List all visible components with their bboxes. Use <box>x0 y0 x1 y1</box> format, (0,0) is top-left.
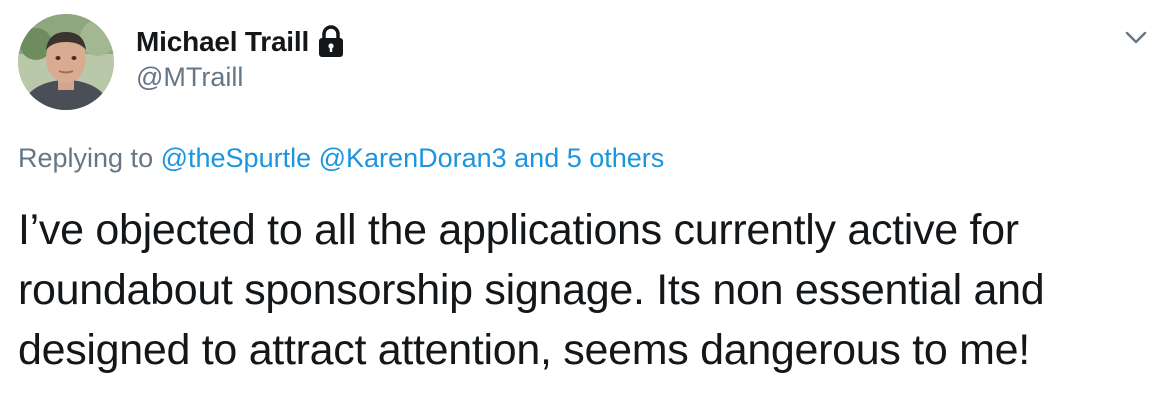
tweet-text: I’ve objected to all the applications cu… <box>18 206 1045 374</box>
tweet-card: Michael Traill @MTraill Replying to @the… <box>0 0 1168 404</box>
display-name[interactable]: Michael Traill <box>136 26 309 58</box>
mention-link[interactable]: @KarenDoran3 <box>319 143 507 173</box>
author-name-row: Michael Traill <box>136 22 347 62</box>
avatar[interactable] <box>18 14 114 110</box>
others-link[interactable]: and 5 others <box>514 143 664 173</box>
mention-link[interactable]: @theSpurtle <box>161 143 312 173</box>
chevron-down-icon[interactable] <box>1120 24 1152 52</box>
author-handle[interactable]: @MTraill <box>136 62 243 93</box>
replying-to-line: Replying to @theSpurtle @KarenDoran3 and… <box>18 143 664 174</box>
lock-icon <box>315 24 347 60</box>
replying-to-label: Replying to <box>18 143 154 173</box>
avatar-photo <box>18 14 114 110</box>
